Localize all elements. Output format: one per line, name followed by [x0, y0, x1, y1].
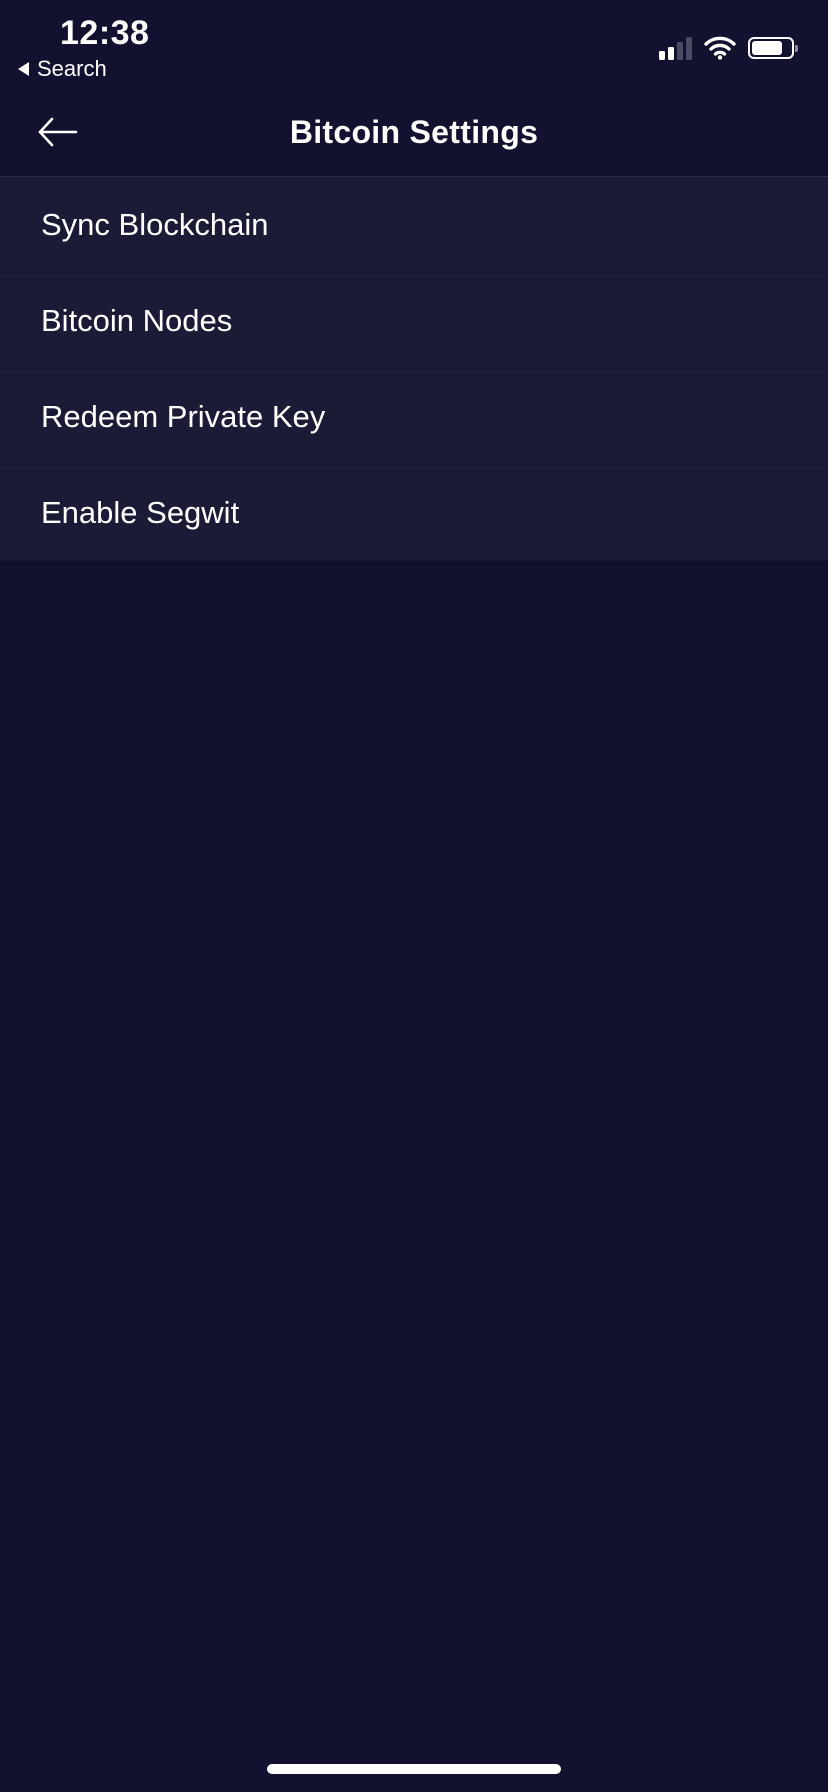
settings-item-sync-blockchain[interactable]: Sync Blockchain [0, 177, 828, 273]
settings-list: Sync Blockchain Bitcoin Nodes Redeem Pri… [0, 177, 828, 561]
settings-item-label: Sync Blockchain [41, 206, 269, 242]
page-title: Bitcoin Settings [289, 114, 539, 150]
status-time: 12:38 [60, 14, 150, 52]
status-icons [659, 36, 798, 60]
settings-item-label: Redeem Private Key [41, 398, 326, 434]
cellular-signal-icon [659, 36, 692, 60]
settings-item-bitcoin-nodes[interactable]: Bitcoin Nodes [0, 273, 828, 369]
home-indicator[interactable] [267, 1764, 561, 1774]
wifi-icon [704, 36, 736, 60]
battery-icon [748, 37, 798, 59]
back-triangle-icon [18, 62, 29, 76]
settings-item-label: Bitcoin Nodes [41, 302, 233, 338]
nav-header: Bitcoin Settings [0, 88, 828, 177]
back-to-app-label: Search [37, 56, 107, 81]
settings-item-enable-segwit[interactable]: Enable Segwit [0, 465, 828, 561]
settings-item-label: Enable Segwit [41, 494, 240, 530]
battery-level-fill [752, 41, 783, 55]
back-to-app-link[interactable]: Search [18, 56, 107, 82]
settings-item-redeem-private-key[interactable]: Redeem Private Key [0, 369, 828, 465]
status-bar: 12:38 Search [0, 0, 828, 88]
